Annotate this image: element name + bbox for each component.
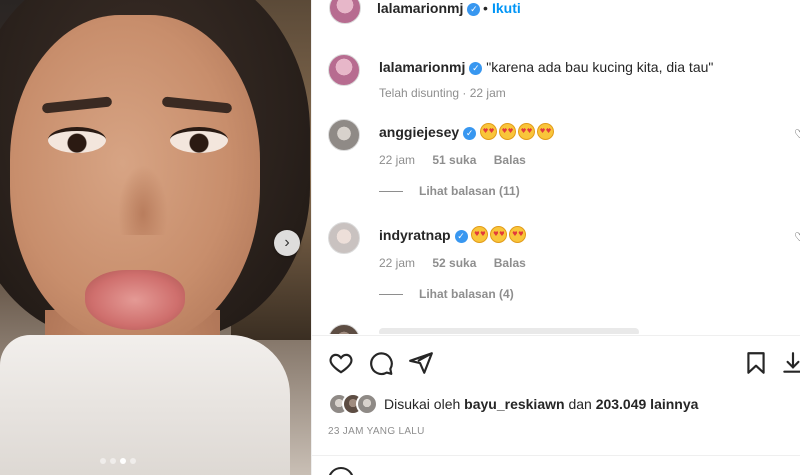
comment-heart-icon[interactable]: ♡ xyxy=(794,230,800,244)
view-replies-label[interactable]: Lihat balasan (11) xyxy=(419,184,520,198)
star-struck-emoji xyxy=(480,123,498,140)
star-struck-emoji xyxy=(509,226,527,243)
verified-badge-icon: ✓ xyxy=(454,229,468,243)
carousel-dot xyxy=(100,458,106,464)
likes-conjunction: dan xyxy=(568,396,592,412)
comment-likes[interactable]: 52 suka xyxy=(432,256,476,270)
caption-meta: Telah disunting · 22 jam xyxy=(379,86,506,100)
star-struck-emoji xyxy=(490,226,508,243)
photo-shirt xyxy=(0,335,290,475)
section-divider xyxy=(312,335,800,336)
comment-heart-icon[interactable]: ♡ xyxy=(794,127,800,141)
photo-eye-left xyxy=(48,127,106,153)
comment-emojis xyxy=(471,226,528,243)
comment-likes[interactable]: 51 suka xyxy=(432,153,476,167)
comment-avatar[interactable] xyxy=(328,222,360,254)
likes-count[interactable]: 203.049 lainnya xyxy=(596,396,699,412)
author-username[interactable]: lalamarionmj ✓ xyxy=(377,0,481,16)
photo-eye-right xyxy=(170,127,228,153)
comment-item-partial xyxy=(328,324,798,334)
comment-icon[interactable] xyxy=(368,350,394,376)
comment-emojis xyxy=(480,123,556,140)
caption-text: "karena ada bau kucing kita, dia tau" xyxy=(486,59,714,75)
star-struck-emoji xyxy=(499,123,517,140)
caption-username[interactable]: lalamarionmj xyxy=(379,59,465,75)
likes-summary: Disukai oleh bayu_reskiawn dan 203.049 l… xyxy=(328,393,698,415)
post-photo[interactable]: › xyxy=(0,0,311,475)
carousel-dot-active xyxy=(120,458,126,464)
chevron-right-icon: › xyxy=(284,234,290,251)
comment-time[interactable]: 22 jam xyxy=(379,153,415,167)
follow-button[interactable]: Ikuti xyxy=(492,0,521,16)
emoji-picker-icon[interactable] xyxy=(328,467,354,475)
star-struck-emoji xyxy=(537,123,555,140)
paper-plane-icon[interactable] xyxy=(408,350,434,376)
comment-time[interactable]: 22 jam xyxy=(379,256,415,270)
post-side-panel: lalamarionmj ✓ • Ikuti lalamarionmj ✓ "kar… xyxy=(311,0,800,475)
author-username-text[interactable]: lalamarionmj xyxy=(377,0,463,16)
view-replies-button[interactable]: Lihat balasan (4) xyxy=(379,287,514,301)
star-struck-emoji xyxy=(518,123,536,140)
view-replies-label[interactable]: Lihat balasan (4) xyxy=(419,287,514,301)
verified-badge-icon: ✓ xyxy=(467,2,481,16)
comment-reply-button[interactable]: Balas xyxy=(494,153,526,167)
download-icon[interactable] xyxy=(780,350,800,376)
comment-username[interactable]: indyratnap xyxy=(379,227,451,243)
verified-badge-icon: ✓ xyxy=(469,61,483,75)
bookmark-icon[interactable] xyxy=(743,350,769,376)
comment-reply-button[interactable]: Balas xyxy=(494,256,526,270)
replies-dash xyxy=(379,293,403,295)
caption-avatar[interactable] xyxy=(328,54,360,86)
comment-text-clipped xyxy=(379,328,639,334)
replies-dash xyxy=(379,190,403,192)
verified-badge-icon: ✓ xyxy=(463,126,477,140)
carousel-dots xyxy=(100,458,136,464)
carousel-dot xyxy=(130,458,136,464)
header-separator: • xyxy=(483,0,488,16)
photo-brow-left xyxy=(41,96,113,114)
liker-avatar[interactable] xyxy=(356,393,378,415)
section-divider xyxy=(312,455,800,456)
likes-prefix: Disukai oleh xyxy=(384,396,461,412)
heart-icon[interactable] xyxy=(328,350,354,376)
comment-username[interactable]: anggiejesey xyxy=(379,124,459,140)
photo-brow-right xyxy=(161,96,233,114)
post-header: lalamarionmj ✓ • Ikuti xyxy=(312,0,800,28)
liker-avatars xyxy=(328,393,384,415)
comment-avatar[interactable] xyxy=(328,119,360,151)
likes-username[interactable]: bayu_reskiawn xyxy=(464,396,564,412)
photo-nose xyxy=(118,165,168,235)
carousel-dot xyxy=(110,458,116,464)
comment-avatar[interactable] xyxy=(328,324,360,334)
author-avatar[interactable] xyxy=(329,0,361,24)
action-bar xyxy=(312,345,800,381)
view-replies-button[interactable]: Lihat balasan (11) xyxy=(379,184,520,198)
star-struck-emoji xyxy=(471,226,489,243)
carousel-next-button[interactable]: › xyxy=(274,230,300,256)
photo-face xyxy=(10,15,260,345)
photo-mouth xyxy=(85,270,185,330)
post-timestamp[interactable]: 23 JAM YANG LALU xyxy=(328,426,425,437)
